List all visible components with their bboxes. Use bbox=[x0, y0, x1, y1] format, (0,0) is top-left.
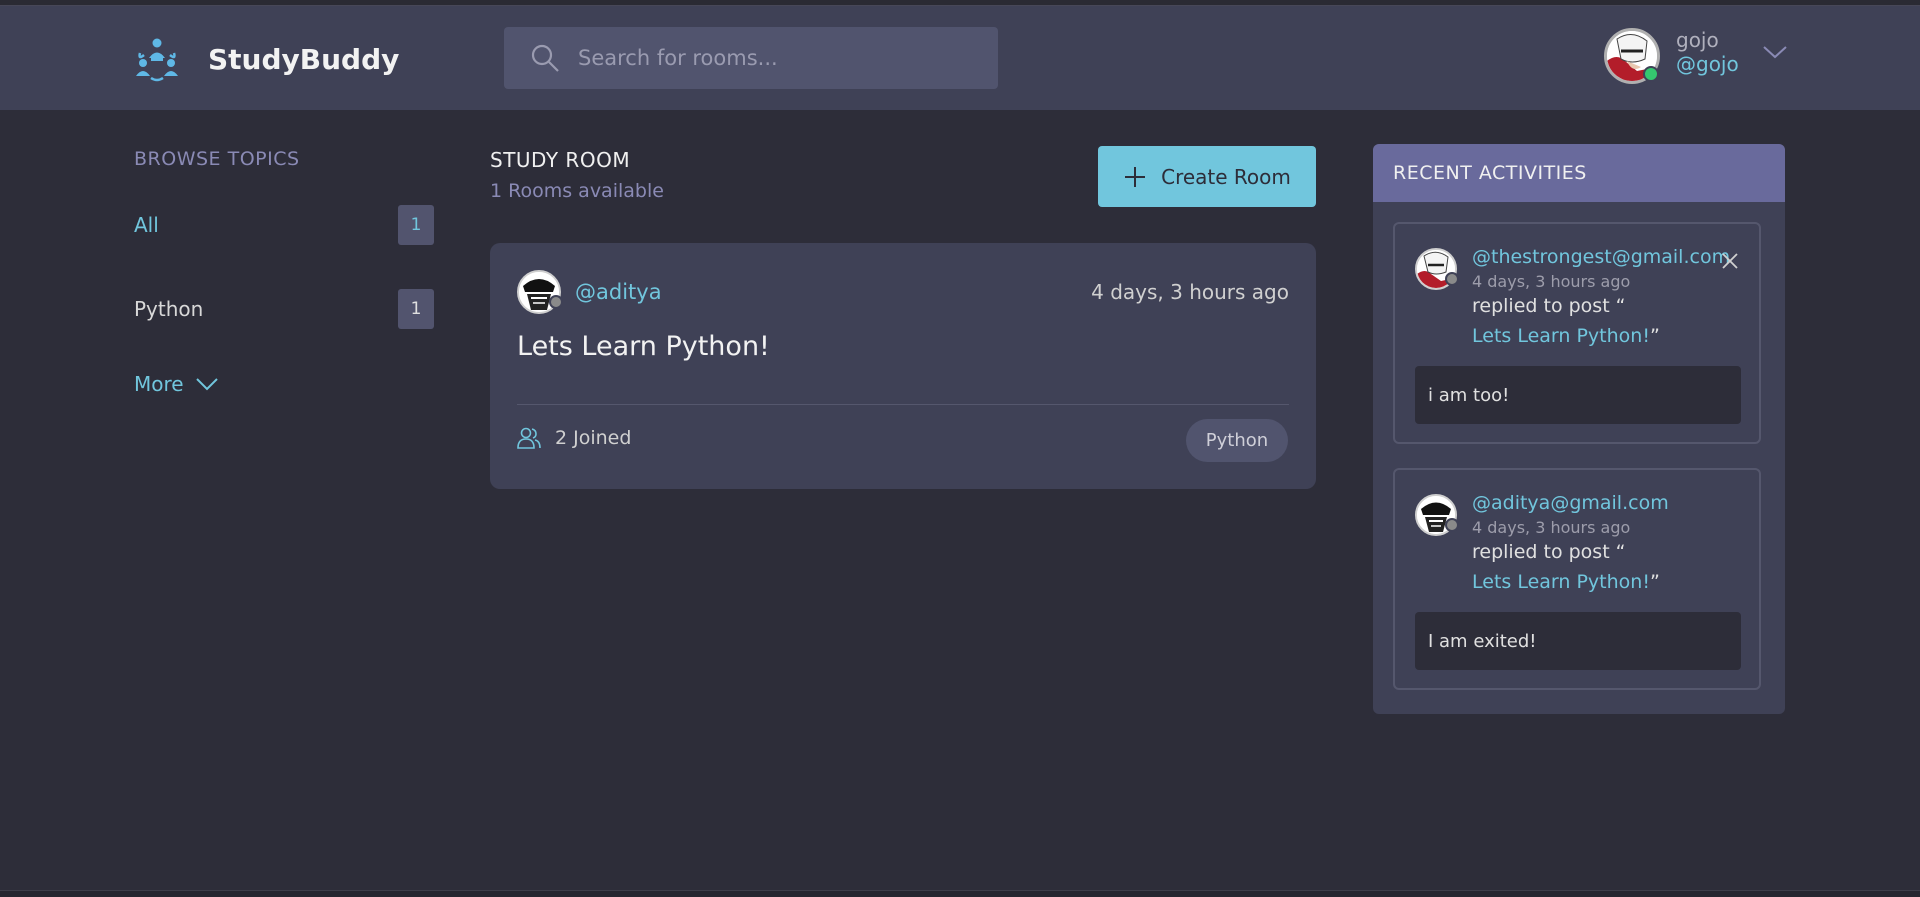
search-input[interactable] bbox=[576, 45, 980, 71]
activity-username[interactable]: @aditya@gmail.com bbox=[1472, 492, 1669, 514]
study-room-header: STUDY ROOM 1 Rooms available bbox=[490, 148, 664, 202]
activity-post-link[interactable]: Lets Learn Python!” bbox=[1472, 325, 1660, 347]
activity-action: replied to post “ bbox=[1472, 295, 1626, 317]
rooms-available-count: 1 Rooms available bbox=[490, 180, 664, 202]
topic-count-badge: 1 bbox=[398, 205, 434, 245]
studybuddy-logo-icon bbox=[136, 38, 178, 82]
room-topic-tag[interactable]: Python bbox=[1186, 419, 1288, 462]
room-card[interactable]: @aditya 4 days, 3 hours ago Lets Learn P… bbox=[490, 243, 1316, 489]
room-host[interactable]: @aditya bbox=[517, 270, 662, 314]
online-status-indicator bbox=[1643, 66, 1659, 82]
topic-count-badge: 1 bbox=[398, 289, 434, 329]
more-label: More bbox=[134, 372, 184, 396]
close-icon[interactable] bbox=[1721, 252, 1739, 270]
create-room-button[interactable]: Create Room bbox=[1098, 146, 1316, 207]
recent-activities-panel: RECENT ACTIVITIES @thestrongest@gmail.co… bbox=[1373, 144, 1785, 714]
host-username[interactable]: @aditya bbox=[575, 280, 662, 304]
status-indicator bbox=[549, 295, 563, 309]
status-indicator bbox=[1445, 518, 1459, 532]
activity-message: I am exited! bbox=[1415, 612, 1741, 670]
room-timestamp: 4 days, 3 hours ago bbox=[1091, 280, 1289, 304]
divider bbox=[517, 404, 1289, 405]
app-name: StudyBuddy bbox=[208, 42, 400, 76]
app-logo[interactable]: StudyBuddy bbox=[134, 36, 399, 82]
closing-quote: ” bbox=[1649, 325, 1660, 347]
topic-label: All bbox=[134, 213, 159, 237]
user-name: gojo bbox=[1676, 28, 1719, 52]
post-title[interactable]: Lets Learn Python! bbox=[1472, 571, 1650, 593]
post-title[interactable]: Lets Learn Python! bbox=[1472, 325, 1650, 347]
search-icon bbox=[531, 44, 559, 72]
activity-item: @thestrongest@gmail.com 4 days, 3 hours … bbox=[1393, 222, 1761, 444]
more-topics-link[interactable]: More bbox=[134, 372, 218, 396]
closing-quote: ” bbox=[1649, 571, 1660, 593]
topic-label: Python bbox=[134, 297, 204, 321]
top-navbar: StudyBuddy gojo @gojo bbox=[0, 6, 1920, 110]
activity-timestamp: 4 days, 3 hours ago bbox=[1472, 518, 1631, 537]
activity-action: replied to post “ bbox=[1472, 541, 1626, 563]
activity-username[interactable]: @thestrongest@gmail.com bbox=[1472, 246, 1730, 268]
topic-item-python[interactable]: Python 1 bbox=[134, 289, 434, 329]
activity-post-link[interactable]: Lets Learn Python!” bbox=[1472, 571, 1660, 593]
create-room-label: Create Room bbox=[1161, 164, 1291, 189]
browse-topics-title: BROWSE TOPICS bbox=[134, 148, 300, 170]
topic-item-all[interactable]: All 1 bbox=[134, 205, 434, 245]
activity-item: @aditya@gmail.com 4 days, 3 hours ago re… bbox=[1393, 468, 1761, 690]
user-menu[interactable]: gojo @gojo bbox=[1604, 28, 1739, 84]
recent-activities-title: RECENT ACTIVITIES bbox=[1373, 144, 1785, 202]
user-avatar[interactable] bbox=[1604, 28, 1660, 84]
activity-avatar[interactable] bbox=[1415, 248, 1459, 290]
joined-label: 2 Joined bbox=[555, 427, 632, 449]
chevron-down-icon bbox=[195, 378, 218, 391]
room-title[interactable]: Lets Learn Python! bbox=[517, 331, 770, 362]
activity-avatar[interactable] bbox=[1415, 494, 1459, 536]
users-icon bbox=[517, 427, 541, 449]
user-handle: @gojo bbox=[1676, 52, 1739, 76]
page-title: STUDY ROOM bbox=[490, 148, 631, 172]
browse-topics-panel: BROWSE TOPICS All 1 Python 1 More bbox=[134, 148, 434, 396]
status-indicator bbox=[1445, 272, 1459, 286]
search-bar[interactable] bbox=[504, 27, 998, 89]
room-joined-count: 2 Joined bbox=[517, 427, 631, 449]
plus-icon bbox=[1125, 166, 1146, 187]
activity-message: i am too! bbox=[1415, 366, 1741, 424]
host-avatar[interactable] bbox=[517, 270, 563, 314]
activity-timestamp: 4 days, 3 hours ago bbox=[1472, 272, 1631, 291]
chevron-down-icon[interactable] bbox=[1762, 42, 1788, 62]
